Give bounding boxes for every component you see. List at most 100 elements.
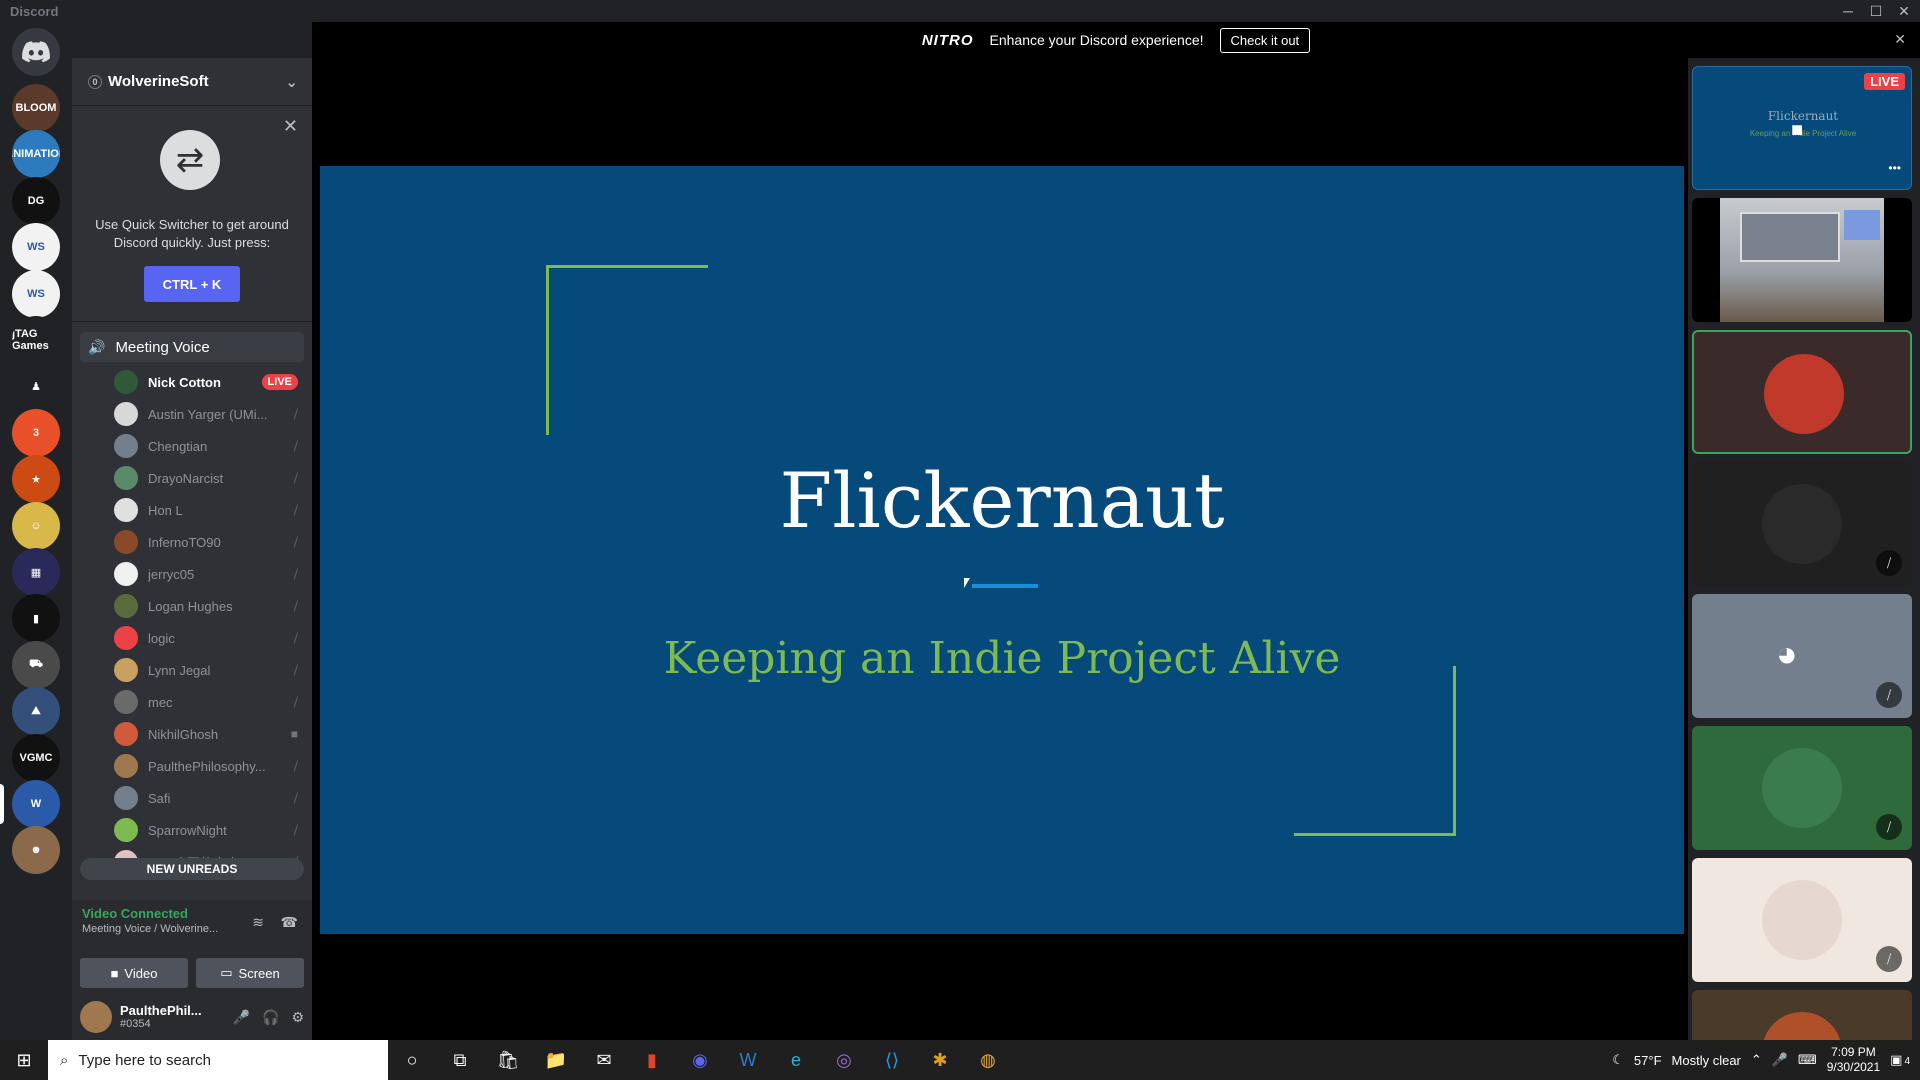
voice-user[interactable]: SparrowNight ⧸ [72, 814, 312, 846]
weather-temp[interactable]: 57°F [1634, 1053, 1662, 1068]
user-info[interactable]: PaulthePhil... #0354 [120, 1003, 221, 1031]
weather-text[interactable]: Mostly clear [1672, 1053, 1741, 1068]
video-button[interactable]: ■ Video [80, 958, 188, 988]
discord-taskbar-icon[interactable]: ◉ [676, 1040, 724, 1080]
voice-user[interactable]: DrayoNarcist ⧸ [72, 462, 312, 494]
minimize-button[interactable]: ─ [1834, 0, 1862, 22]
voice-connection-panel: Video Connected Meeting Voice / Wolverin… [72, 900, 312, 958]
voice-user[interactable]: Safi ⧸ [72, 782, 312, 814]
notifications-icon[interactable]: ▣ 4 [1890, 1052, 1910, 1068]
participant-tile[interactable] [1692, 330, 1912, 454]
word-icon[interactable]: W [724, 1040, 772, 1080]
slide-divider [972, 584, 1038, 588]
vscode-icon[interactable]: ⟨⟩ [868, 1040, 916, 1080]
slack-icon[interactable]: ✱ [916, 1040, 964, 1080]
new-unreads-button[interactable]: NEW UNREADS [80, 858, 304, 880]
user-name: PaulthePhil... [120, 1003, 202, 1018]
edge-icon[interactable]: e [772, 1040, 820, 1080]
office-icon[interactable]: ▮ [628, 1040, 676, 1080]
voice-channel-meeting-voice[interactable]: 🔊 Meeting Voice [80, 332, 304, 362]
tray-chevron-icon[interactable]: ⌃ [1751, 1052, 1762, 1068]
store-icon[interactable]: 🛍 [484, 1040, 532, 1080]
server-icon[interactable]: ★ [12, 455, 60, 504]
server-icon[interactable]: ▮ [12, 594, 60, 643]
voice-user[interactable]: Hon L ⧸ [72, 494, 312, 526]
close-window-button[interactable]: ✕ [1890, 0, 1918, 22]
participant-tile[interactable] [1692, 198, 1912, 322]
server-icon[interactable]: ▦ [12, 548, 60, 596]
server-icon[interactable]: ⛰ [12, 687, 60, 736]
task-view-icon[interactable]: ⧉ [436, 1040, 484, 1080]
github-desktop-icon[interactable]: ◎ [820, 1040, 868, 1080]
system-tray: ☾ 57°F Mostly clear ⌃ 🎤 ⌨ 7:09 PM 9/30/2… [1612, 1040, 1920, 1080]
participant-tile[interactable]: ⧸ [1692, 858, 1912, 982]
voice-user[interactable]: Logan Hughes ⧸ [72, 590, 312, 622]
microphone-muted-icon: ⧸ [293, 470, 298, 485]
server-icon[interactable]: jTAG Games [12, 316, 60, 364]
participant-tile[interactable]: ⧸ [1692, 726, 1912, 850]
server-icon[interactable]: 3 [12, 408, 60, 457]
avatar [114, 498, 138, 522]
server-icon[interactable]: DG [12, 176, 60, 225]
voice-user[interactable]: jerryc05 ⧸ [72, 558, 312, 590]
voice-user[interactable]: PaulthePhilosophy... ⧸ [72, 750, 312, 782]
server-icon[interactable]: ♟ [12, 362, 60, 411]
disconnect-icon[interactable]: ☎ [281, 914, 298, 931]
discord-home-icon[interactable] [12, 28, 60, 76]
server-icon[interactable]: WS [12, 269, 60, 318]
voice-user[interactable]: Nick Cotton LIVE [72, 366, 312, 398]
participant-tile[interactable] [1692, 990, 1912, 1040]
headphones-icon[interactable]: 🎧 [262, 1009, 279, 1026]
server-icon[interactable]: ⛟ [12, 640, 60, 689]
chrome-icon[interactable]: ◍ [964, 1040, 1012, 1080]
microphone-muted-icon: ⧸ [293, 438, 298, 453]
microphone-muted-icon: ⧸ [1876, 946, 1902, 972]
cortana-icon[interactable]: ○ [388, 1040, 436, 1080]
nitro-cta-button[interactable]: Check it out [1219, 27, 1311, 53]
avatar[interactable] [80, 1001, 112, 1033]
voice-user[interactable]: NikhilGhosh ■ [72, 718, 312, 750]
server-icon[interactable]: WS [12, 223, 60, 272]
voice-user[interactable]: logic ⧸ [72, 622, 312, 654]
avatar [114, 658, 138, 682]
server-icon[interactable]: VGMC [12, 733, 60, 782]
participant-tile[interactable]: ⧸ [1692, 462, 1912, 586]
participant-tile[interactable]: Flickernaut Keeping an Indie Project Aliv… [1692, 66, 1912, 190]
server-icon[interactable]: ☻ [12, 826, 60, 875]
chevron-down-icon[interactable]: ⌄ [285, 73, 298, 91]
close-icon[interactable]: ✕ [283, 116, 298, 137]
quick-switcher-button[interactable]: CTRL + K [144, 266, 240, 302]
voice-user[interactable]: mec ⧸ [72, 686, 312, 718]
voice-user[interactable]: Lynn Jegal ⧸ [72, 654, 312, 686]
noise-suppression-icon[interactable]: ≋ [252, 914, 264, 931]
server-icon[interactable]: ANIMATION [12, 130, 60, 179]
gear-icon[interactable]: ⚙ [291, 1009, 304, 1026]
voice-user[interactable]: Chengtian ⧸ [72, 430, 312, 462]
windows-start-icon[interactable]: ⊞ [0, 1040, 48, 1080]
close-banner-icon[interactable]: ✕ [1894, 31, 1906, 48]
channel-sidebar: 0 WolverineSoft ⌄ ✕ ⇄ Use Quick Switcher… [72, 58, 312, 1040]
speaker-icon: 🔊 [88, 338, 106, 355]
clock[interactable]: 7:09 PM 9/30/2021 [1827, 1045, 1880, 1075]
voice-location[interactable]: Meeting Voice / Wolverine... [82, 923, 302, 935]
network-icon[interactable]: ⌨ [1798, 1052, 1817, 1068]
server-header[interactable]: 0 WolverineSoft ⌄ [72, 58, 312, 106]
voice-user[interactable]: InfernoTO90 ⧸ [72, 526, 312, 558]
screen-share-button[interactable]: ▭ Screen [196, 958, 304, 988]
voice-user[interactable]: Austin Yarger (UMi... ⧸ [72, 398, 312, 430]
server-icon[interactable]: BLOOM [12, 84, 60, 132]
voice-user-name: Austin Yarger (UMi... [148, 406, 268, 422]
taskbar-search[interactable]: ⌕ Type here to search [48, 1040, 388, 1080]
server-icon[interactable]: W [12, 780, 60, 828]
mail-icon[interactable]: ✉ [580, 1040, 628, 1080]
weather-icon[interactable]: ☾ [1612, 1052, 1624, 1068]
more-options-icon[interactable]: ••• [1888, 161, 1901, 175]
participant-tile[interactable]: ◕ ⧸ [1692, 594, 1912, 718]
stream-stage[interactable]: Flickernaut Keeping an Indie Project Ali… [312, 58, 1688, 1040]
file-explorer-icon[interactable]: 📁 [532, 1040, 580, 1080]
server-icon[interactable]: ☺ [12, 501, 60, 550]
voice-connected-status[interactable]: Video Connected [82, 906, 302, 921]
microphone-muted-icon[interactable]: 🎤 [233, 1009, 250, 1026]
microphone-icon[interactable]: 🎤 [1772, 1052, 1788, 1068]
maximize-button[interactable]: ☐ [1862, 0, 1890, 22]
